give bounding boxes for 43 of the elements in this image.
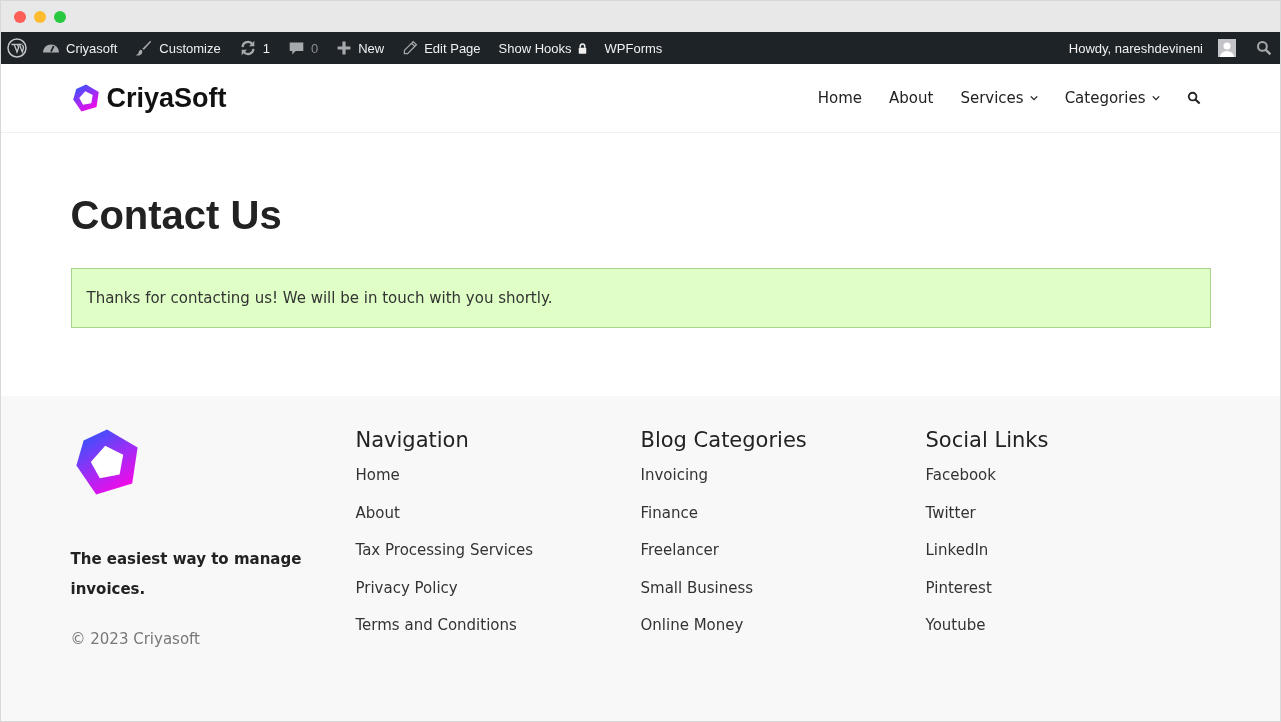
footer-link[interactable]: Freelancer [640, 541, 926, 559]
footer-link[interactable]: Tax Processing Services [355, 541, 641, 559]
nav-link[interactable]: Categories [1064, 89, 1160, 107]
toolbar-link[interactable]: Edit Page [393, 40, 490, 56]
nav-link[interactable]: About [889, 89, 934, 107]
site-logo[interactable]: CriyaSoft [70, 82, 227, 114]
footer-link[interactable]: Small Business [640, 578, 926, 597]
footer-link[interactable]: Privacy Policy [355, 578, 641, 597]
footer-link[interactable]: Finance [640, 503, 926, 522]
footer-link[interactable]: Home [355, 466, 641, 484]
footer-link[interactable]: LinkedIn [925, 541, 1211, 559]
nav-link[interactable]: Services [960, 89, 1038, 107]
footer-link[interactable]: About [355, 503, 641, 522]
nav-link[interactable]: Home [817, 89, 862, 107]
footer-link[interactable]: Pinterest [925, 578, 1211, 597]
user-greeting-link[interactable]: Howdy, nareshdevineni [1059, 40, 1212, 56]
search-icon[interactable] [1186, 91, 1201, 105]
lock-icon [577, 42, 587, 54]
wordpress-logo-icon[interactable] [7, 38, 27, 58]
footer-link[interactable]: Online Money [640, 616, 926, 634]
toolbar-link[interactable]: Customize [126, 39, 230, 57]
toolbar-link[interactable]: WPForms [595, 40, 672, 56]
toolbar-link[interactable]: Show Hooks [489, 40, 596, 56]
footer-tagline: The easiest way to manage invoices. [70, 549, 303, 600]
copyright-text: © 2023 Criyasoft [70, 630, 201, 648]
footer-link[interactable]: Facebook [925, 466, 1211, 484]
toolbar-link[interactable]: Criyasoft [33, 39, 127, 57]
page-title: Contact Us [70, 193, 283, 238]
pencil-icon [402, 40, 419, 56]
footer-heading: Blog Categories [640, 427, 808, 452]
paintbrush-icon [135, 39, 154, 57]
footer-link[interactable]: Twitter [925, 503, 1211, 522]
search-icon[interactable] [1256, 40, 1272, 56]
success-message: Thanks for contacting us! We will be in touch with you shortly. [70, 268, 1211, 328]
plus-icon [336, 40, 353, 56]
footer-heading: Navigation [355, 427, 470, 452]
avatar-icon [1218, 39, 1236, 57]
footer-heading: Social Links [925, 427, 1050, 452]
footer-link[interactable]: Terms and Conditions [355, 616, 641, 634]
footer-link[interactable]: Youtube [925, 616, 1211, 634]
toolbar-link[interactable]: New [327, 40, 394, 56]
footer-link[interactable]: Invoicing [640, 466, 926, 484]
toolbar-link[interactable]: 1 [229, 39, 279, 57]
